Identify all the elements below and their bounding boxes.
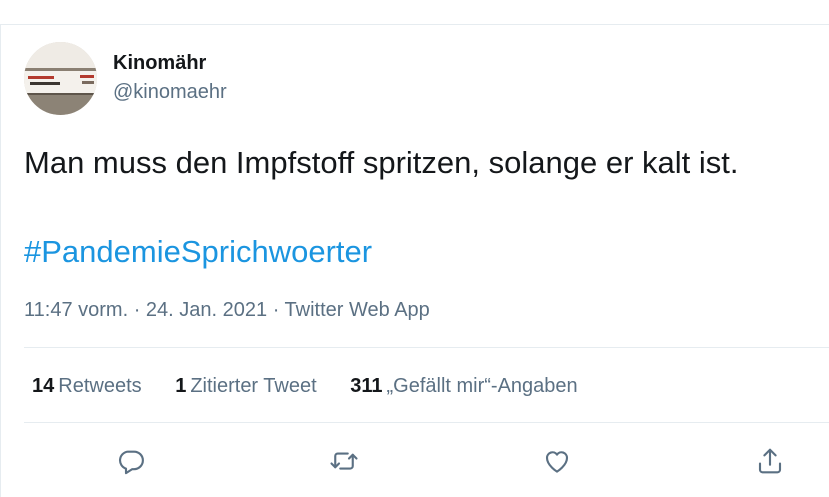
author-handle[interactable]: @kinomaehr — [113, 81, 227, 104]
reply-icon — [119, 450, 144, 475]
retweets-stat[interactable]: 14 Retweets — [32, 375, 142, 398]
share-icon — [758, 448, 782, 474]
tweet-source[interactable]: Twitter Web App — [285, 299, 430, 321]
tweet-date[interactable]: 24. Jan. 2021 — [146, 299, 267, 321]
like-button[interactable] — [540, 445, 574, 477]
hashtag-link[interactable]: #PandemieSprichwoerter — [24, 234, 372, 270]
tweet-time[interactable]: 11:47 vorm. — [24, 299, 128, 321]
tweet-stats: 14 Retweets 1 Zitierter Tweet 311 „Gefällt … — [32, 375, 606, 398]
top-divider — [0, 24, 829, 25]
quotes-label: Zitierter Tweet — [190, 375, 317, 397]
likes-stat[interactable]: 311 „Gefällt mir“-Angaben — [350, 375, 577, 398]
quotes-count: 1 — [175, 375, 187, 397]
meta-separator: · — [133, 299, 146, 321]
card-left-border — [0, 24, 1, 497]
meta-separator: · — [272, 299, 285, 321]
quotes-stat[interactable]: 1 Zitierter Tweet — [175, 375, 316, 398]
avatar[interactable] — [24, 42, 97, 115]
author-name[interactable]: Kinomähr — [113, 52, 206, 75]
likes-count: 311 — [350, 375, 383, 397]
retweet-icon — [330, 452, 358, 470]
share-button[interactable] — [753, 445, 787, 477]
retweets-count: 14 — [32, 375, 55, 397]
reply-button[interactable] — [114, 445, 148, 477]
heart-icon — [545, 451, 569, 473]
divider — [24, 347, 829, 348]
tweet-card: Kinomähr @kinomaehr Man muss den Impfsto… — [0, 0, 829, 497]
tweet-text: Man muss den Impfstoff spritzen, solange… — [24, 145, 739, 180]
retweets-label: Retweets — [58, 375, 142, 397]
retweet-button[interactable] — [327, 445, 361, 477]
tweet-meta: 11:47 vorm. · 24. Jan. 2021 · Twitter We… — [24, 299, 430, 322]
divider — [24, 422, 829, 423]
avatar-image — [24, 42, 97, 115]
likes-label: „Gefällt mir“-Angaben — [386, 375, 578, 397]
